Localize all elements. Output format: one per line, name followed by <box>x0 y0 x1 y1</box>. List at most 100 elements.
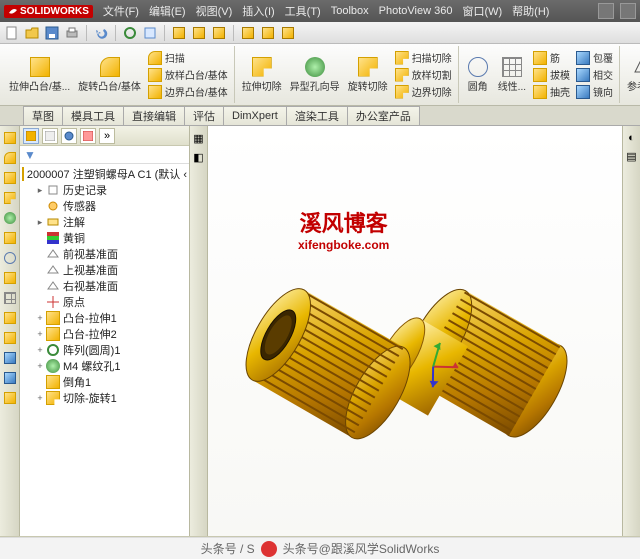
tree-plane-top[interactable]: 上视基准面 <box>20 262 189 278</box>
btn-ref-geometry[interactable]: 参考... <box>624 56 640 94</box>
header-icon-1[interactable] <box>598 3 614 19</box>
lt-icon-2[interactable] <box>2 150 18 166</box>
tab-office[interactable]: 办公室产品 <box>347 106 420 125</box>
qa-cube6-icon[interactable] <box>280 25 296 41</box>
btn-cut-loft[interactable]: 放样切割 <box>393 66 454 83</box>
btn-hole-wizard[interactable]: 异型孔向导 <box>287 56 343 94</box>
tree-feature-5[interactable]: 倒角1 <box>20 374 189 390</box>
vr-icon-1[interactable]: ◐ <box>628 132 635 144</box>
tree-tab-property-icon[interactable] <box>42 128 58 144</box>
btn-loft-boss[interactable]: 放样凸台/基体 <box>146 66 230 83</box>
tree-filter-row: ▼ <box>20 146 189 164</box>
menu-toolbox[interactable]: Toolbox <box>331 5 369 17</box>
qa-print-icon[interactable] <box>64 25 80 41</box>
btn-fillet[interactable]: 圆角 <box>463 56 493 94</box>
btn-cut-extrude[interactable]: 拉伸切除 <box>239 56 285 94</box>
menu-view[interactable]: 视图(V) <box>196 3 233 19</box>
lt-icon-10[interactable] <box>2 310 18 326</box>
attribution-bar: 头条号 / S 头条号@跟溪风学SolidWorks <box>0 537 640 559</box>
qa-cube4-icon[interactable] <box>240 25 256 41</box>
btn-rib[interactable]: 筋 <box>531 49 572 66</box>
tab-dimxpert[interactable]: DimXpert <box>223 106 287 125</box>
tree-tab-display-icon[interactable] <box>80 128 96 144</box>
tree-root[interactable]: 2000007 注塑铜螺母A C1 (默认 ‹ <box>20 166 189 182</box>
btn-revolve-boss[interactable]: 旋转凸台/基体 <box>75 56 144 94</box>
3d-viewport[interactable]: 溪风博客 xifengboke.com <box>208 126 622 536</box>
vt-icon-1[interactable]: ▦ <box>193 132 203 145</box>
left-toolbar <box>0 126 20 536</box>
qa-save-icon[interactable] <box>44 25 60 41</box>
viewport-wrap: ▦ ◧ 溪风博客 xifengboke.com <box>190 126 640 536</box>
qa-rebuild-icon[interactable] <box>122 25 138 41</box>
tree-origin[interactable]: 原点 <box>20 294 189 310</box>
qa-cube5-icon[interactable] <box>260 25 276 41</box>
menu-photoview[interactable]: PhotoView 360 <box>379 5 453 17</box>
tree-annotations[interactable]: ▸注解 <box>20 214 189 230</box>
menu-help[interactable]: 帮助(H) <box>512 3 549 19</box>
ribbon-group-features: 圆角 线性... 筋 拔模 抽壳 包覆 相交 镜向 <box>459 46 620 103</box>
btn-mirror[interactable]: 镜向 <box>574 83 615 100</box>
tab-mold[interactable]: 模具工具 <box>62 106 124 125</box>
qa-undo-icon[interactable] <box>93 25 109 41</box>
vr-icon-2[interactable]: ▤ <box>626 150 636 163</box>
filter-icon[interactable]: ▼ <box>24 148 38 162</box>
menu-edit[interactable]: 编辑(E) <box>149 3 186 19</box>
tree-tab-feature-icon[interactable] <box>23 128 39 144</box>
lt-icon-11[interactable] <box>2 330 18 346</box>
tree-feature-3[interactable]: +阵列(圆周)1 <box>20 342 189 358</box>
tree-plane-right[interactable]: 右视基准面 <box>20 278 189 294</box>
lt-icon-5[interactable] <box>2 210 18 226</box>
tab-sketch[interactable]: 草图 <box>23 106 63 125</box>
lt-icon-12[interactable] <box>2 350 18 366</box>
header-icon-2[interactable] <box>620 3 636 19</box>
lt-icon-1[interactable] <box>2 130 18 146</box>
lt-icon-7[interactable] <box>2 250 18 266</box>
tree-plane-front[interactable]: 前视基准面 <box>20 246 189 262</box>
btn-intersect[interactable]: 相交 <box>574 66 615 83</box>
lt-icon-4[interactable] <box>2 190 18 206</box>
btn-extrude-boss[interactable]: 拉伸凸台/基... <box>6 56 73 94</box>
menu-insert[interactable]: 插入(I) <box>242 3 274 19</box>
menu-tools[interactable]: 工具(T) <box>285 3 321 19</box>
btn-boundary-boss[interactable]: 边界凸台/基体 <box>146 83 230 100</box>
lt-icon-3[interactable] <box>2 170 18 186</box>
avatar-icon <box>261 541 277 557</box>
lt-icon-9[interactable] <box>2 290 18 306</box>
feature-tree[interactable]: 2000007 注塑铜螺母A C1 (默认 ‹ ▸历史记录 传感器 ▸注解 黄铜… <box>20 164 189 536</box>
ribbon-group-boss: 拉伸凸台/基... 旋转凸台/基体 扫描 放样凸台/基体 边界凸台/基体 <box>2 46 235 103</box>
qa-cube3-icon[interactable] <box>211 25 227 41</box>
qa-cube2-icon[interactable] <box>191 25 207 41</box>
tab-evaluate[interactable]: 评估 <box>184 106 224 125</box>
qa-options-icon[interactable] <box>142 25 158 41</box>
btn-draft[interactable]: 拔模 <box>531 66 572 83</box>
btn-cut-sweep[interactable]: 扫描切除 <box>393 49 454 66</box>
btn-cut-boundary[interactable]: 边界切除 <box>393 83 454 100</box>
lt-icon-14[interactable] <box>2 390 18 406</box>
attr-prefix: 头条号 / S <box>201 540 255 557</box>
tree-material[interactable]: 黄铜 <box>20 230 189 246</box>
tree-feature-2[interactable]: +凸台-拉伸2 <box>20 326 189 342</box>
tree-sensors[interactable]: 传感器 <box>20 198 189 214</box>
tree-history[interactable]: ▸历史记录 <box>20 182 189 198</box>
btn-wrap[interactable]: 包覆 <box>574 49 615 66</box>
qa-open-icon[interactable] <box>24 25 40 41</box>
tree-feature-4[interactable]: +M4 螺纹孔1 <box>20 358 189 374</box>
tab-direct[interactable]: 直接编辑 <box>123 106 185 125</box>
vt-icon-2[interactable]: ◧ <box>193 151 203 164</box>
tab-render[interactable]: 渲染工具 <box>286 106 348 125</box>
menu-window[interactable]: 窗口(W) <box>462 3 502 19</box>
tree-tab-more-icon[interactable]: » <box>99 128 115 144</box>
menu-file[interactable]: 文件(F) <box>103 3 139 19</box>
qa-new-icon[interactable] <box>4 25 20 41</box>
lt-icon-6[interactable] <box>2 230 18 246</box>
btn-shell[interactable]: 抽壳 <box>531 83 572 100</box>
lt-icon-13[interactable] <box>2 370 18 386</box>
btn-cut-revolve[interactable]: 旋转切除 <box>345 56 391 94</box>
lt-icon-8[interactable] <box>2 270 18 286</box>
btn-linear-pattern[interactable]: 线性... <box>495 56 529 94</box>
tree-tab-config-icon[interactable] <box>61 128 77 144</box>
tree-feature-1[interactable]: +凸台-拉伸1 <box>20 310 189 326</box>
tree-feature-6[interactable]: +切除-旋转1 <box>20 390 189 406</box>
qa-cube1-icon[interactable] <box>171 25 187 41</box>
btn-sweep-boss[interactable]: 扫描 <box>146 49 230 66</box>
